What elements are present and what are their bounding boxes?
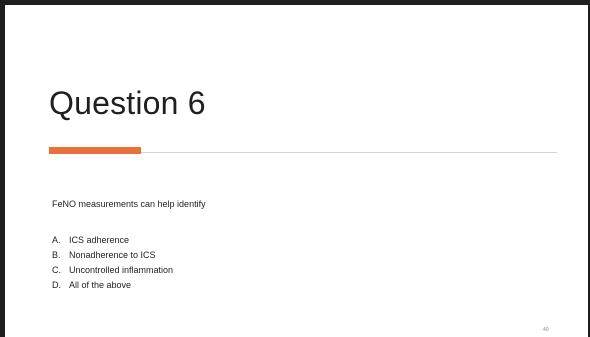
answer-option-letter: D. bbox=[52, 280, 61, 290]
answer-option-c: C. Uncontrolled inflammation bbox=[52, 264, 173, 279]
answer-option-text: ICS adherence bbox=[69, 235, 130, 245]
answer-option-text: Nonadherence to ICS bbox=[69, 250, 156, 260]
slide-title: Question 6 bbox=[49, 85, 206, 121]
answer-option-d: D. All of the above bbox=[52, 279, 173, 294]
title-divider-line bbox=[141, 152, 557, 153]
slide-page-number: 40 bbox=[543, 327, 549, 333]
question-prompt: FeNO measurements can help identify bbox=[52, 199, 206, 209]
answer-option-text: Uncontrolled inflammation bbox=[69, 265, 174, 275]
slide-frame: Question 6 FeNO measurements can help id… bbox=[0, 0, 590, 337]
answer-option-text: All of the above bbox=[69, 280, 132, 290]
answer-option-letter: C. bbox=[52, 265, 61, 275]
answer-option-letter: B. bbox=[52, 250, 61, 260]
answer-option-letter: A. bbox=[52, 235, 61, 245]
title-accent-underline bbox=[49, 147, 141, 154]
answer-option-b: B. Nonadherence to ICS bbox=[52, 249, 173, 264]
answer-option-a: A. ICS adherence bbox=[52, 234, 173, 249]
answer-options-list: A. ICS adherence B. Nonadherence to ICS … bbox=[52, 234, 173, 294]
